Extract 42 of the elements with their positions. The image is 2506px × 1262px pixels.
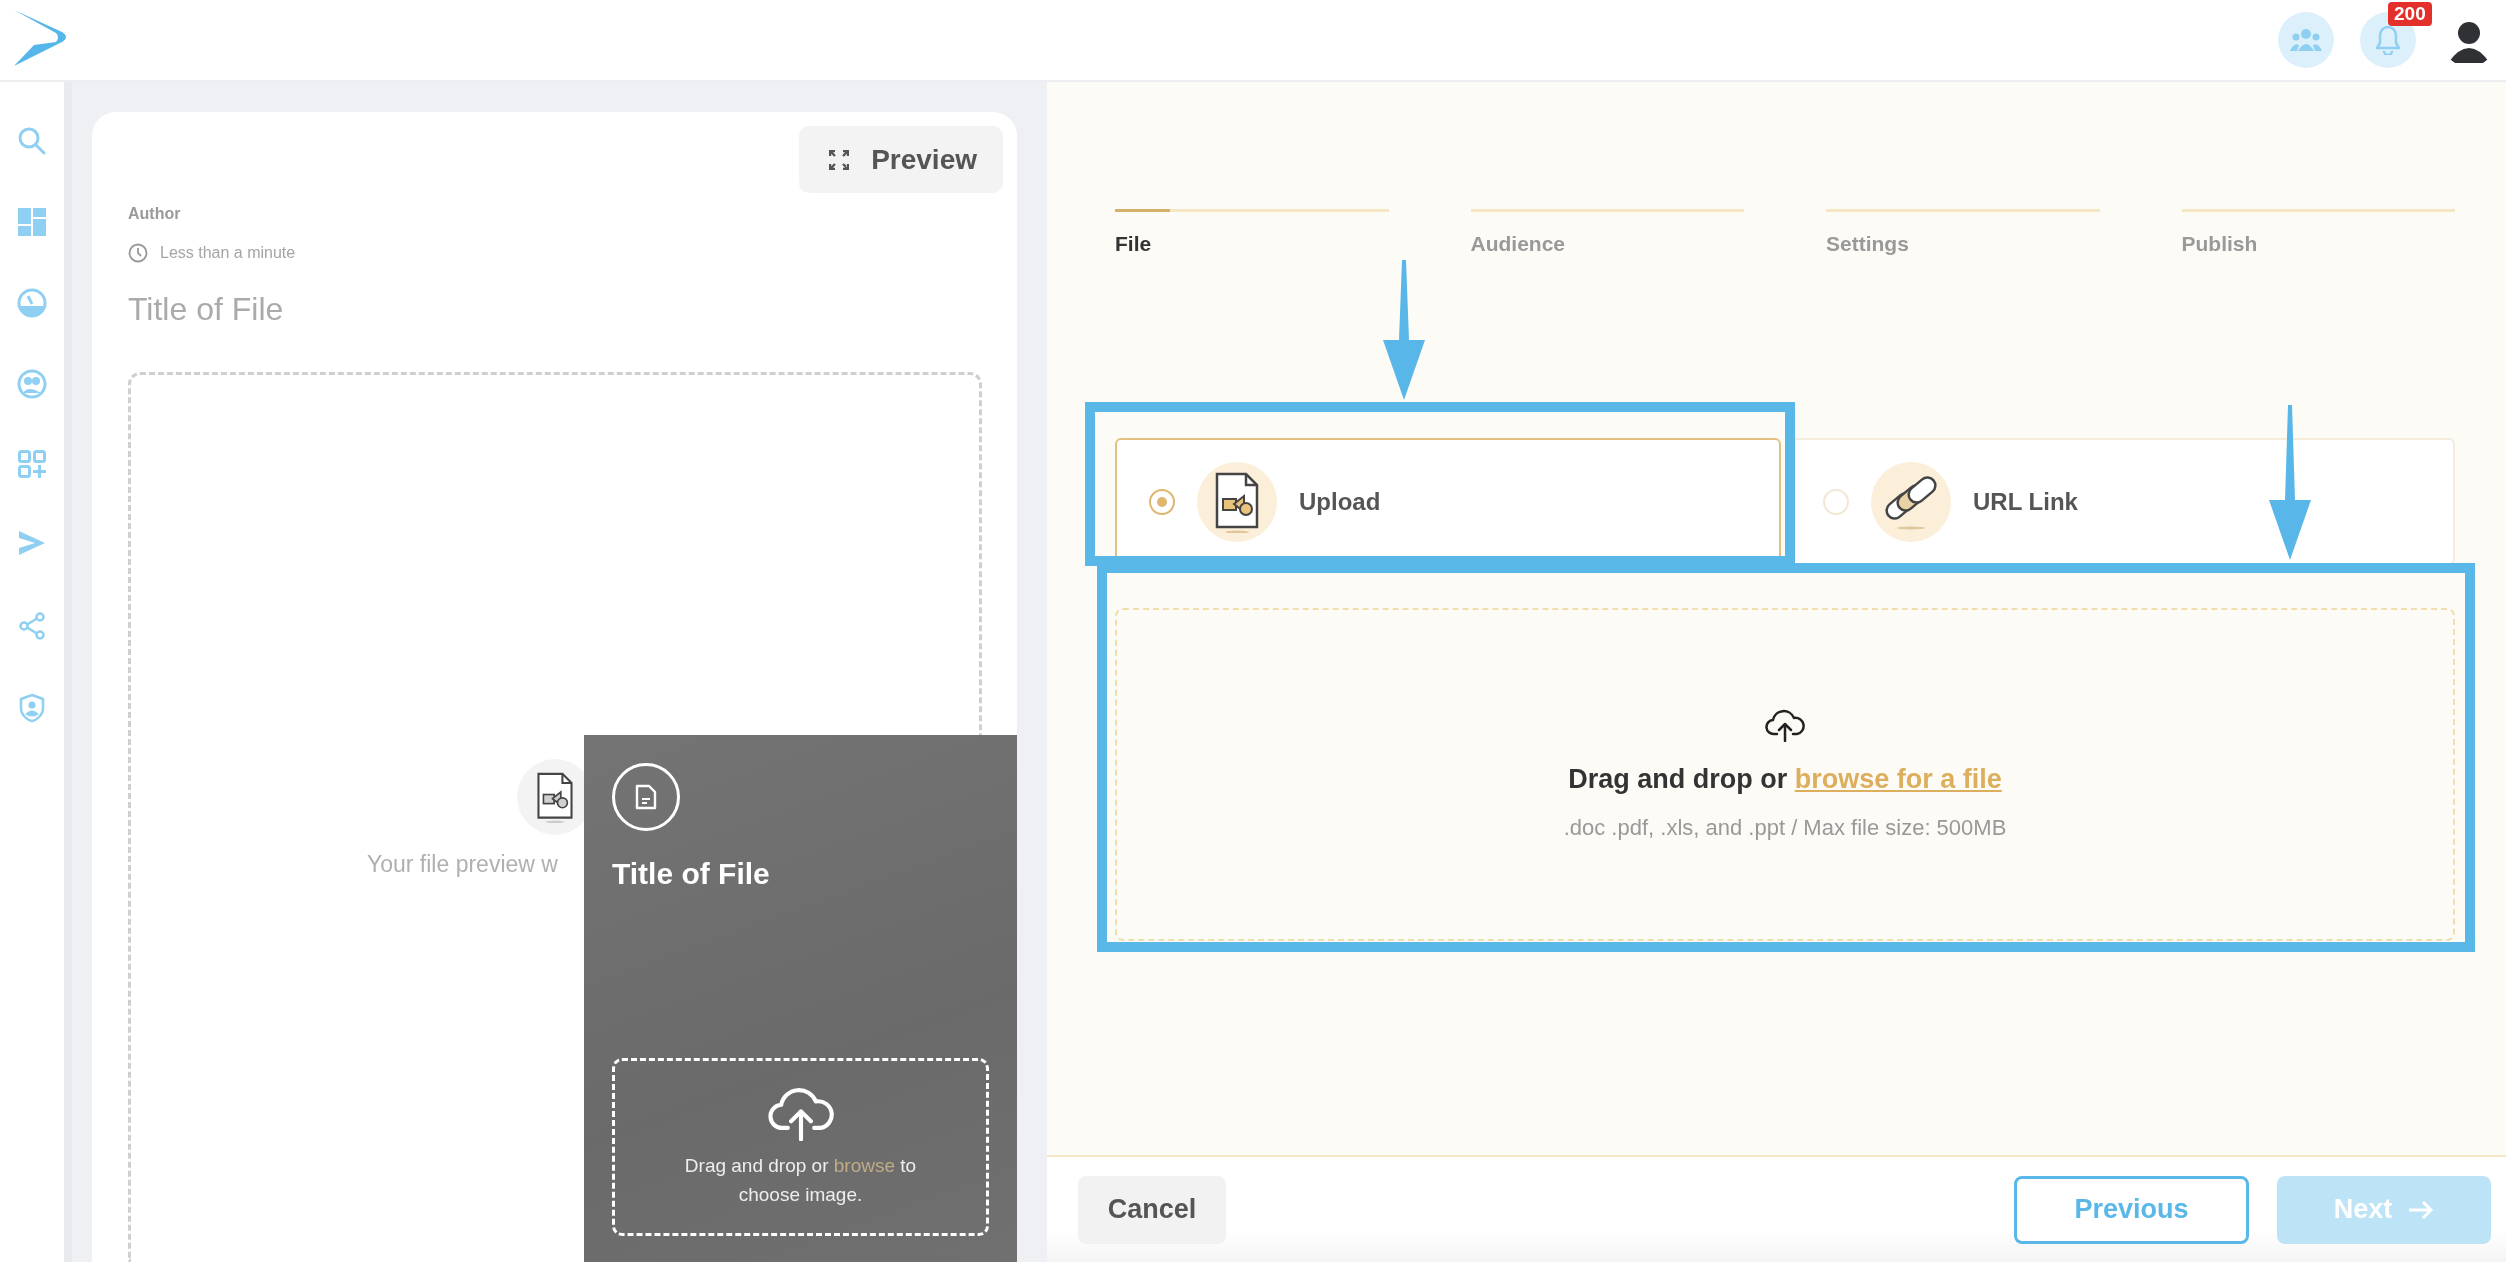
option-label: Upload: [1299, 487, 1381, 516]
search-icon[interactable]: [17, 126, 47, 156]
gauge-icon[interactable]: [17, 288, 47, 318]
document-icon: [635, 784, 657, 810]
radio-button[interactable]: [1149, 488, 1175, 515]
dashboard-icon[interactable]: [17, 207, 47, 237]
arrow-right-icon: [2408, 1199, 2435, 1220]
logo-icon[interactable]: [14, 10, 68, 66]
shield-user-icon[interactable]: [19, 693, 45, 723]
clock-icon: [128, 243, 148, 263]
step-tab[interactable]: File: [1115, 232, 1389, 256]
file-preview-icon: [536, 771, 574, 823]
team-button[interactable]: [2278, 12, 2334, 68]
bell-icon: [2375, 25, 2401, 55]
file-title: Title of File: [128, 291, 285, 328]
previous-button[interactable]: Previous: [2014, 1175, 2249, 1244]
send-icon[interactable]: [19, 531, 45, 555]
author-label: Author: [128, 205, 182, 223]
drop-prompt: Drag and drop or browse for a file: [1568, 764, 2002, 795]
option-label: URL Link: [1973, 487, 2078, 516]
file-drop-area[interactable]: Drag and drop or browse for a file .doc .pdf, .xls, and .ppt / Max file size: 500MB: [1115, 608, 2455, 941]
browse-file-link[interactable]: browse for a file: [1794, 764, 2002, 794]
notification-count: 200: [2388, 2, 2432, 26]
step-tab[interactable]: Publish: [2181, 232, 2455, 256]
share-icon[interactable]: [19, 612, 45, 640]
step-tab[interactable]: Settings: [1826, 232, 2100, 256]
file-upload-icon: [1214, 470, 1260, 533]
add-widget-icon[interactable]: [18, 450, 46, 478]
cover-title: Title of File: [612, 857, 771, 891]
cancel-button[interactable]: Cancel: [1078, 1175, 1226, 1244]
people-icon[interactable]: [17, 369, 47, 399]
preview-placeholder: Your file preview w: [367, 851, 558, 878]
step-tab[interactable]: Audience: [1470, 232, 1744, 256]
file-type-hint: .doc .pdf, .xls, and .ppt / Max file size: 500MB: [1563, 815, 2007, 841]
browse-link[interactable]: browse: [833, 1154, 895, 1176]
read-time: Less than a minute: [160, 244, 296, 262]
preview-button[interactable]: Preview: [799, 126, 1003, 193]
image-drop-text: Drag and drop or browse to choose image.: [683, 1153, 918, 1208]
expand-icon: [829, 149, 850, 170]
image-drop-area[interactable]: Drag and drop or browse to choose image.: [612, 1058, 989, 1236]
group-icon: [2289, 28, 2323, 52]
upload-cloud-icon: [1765, 708, 1805, 742]
